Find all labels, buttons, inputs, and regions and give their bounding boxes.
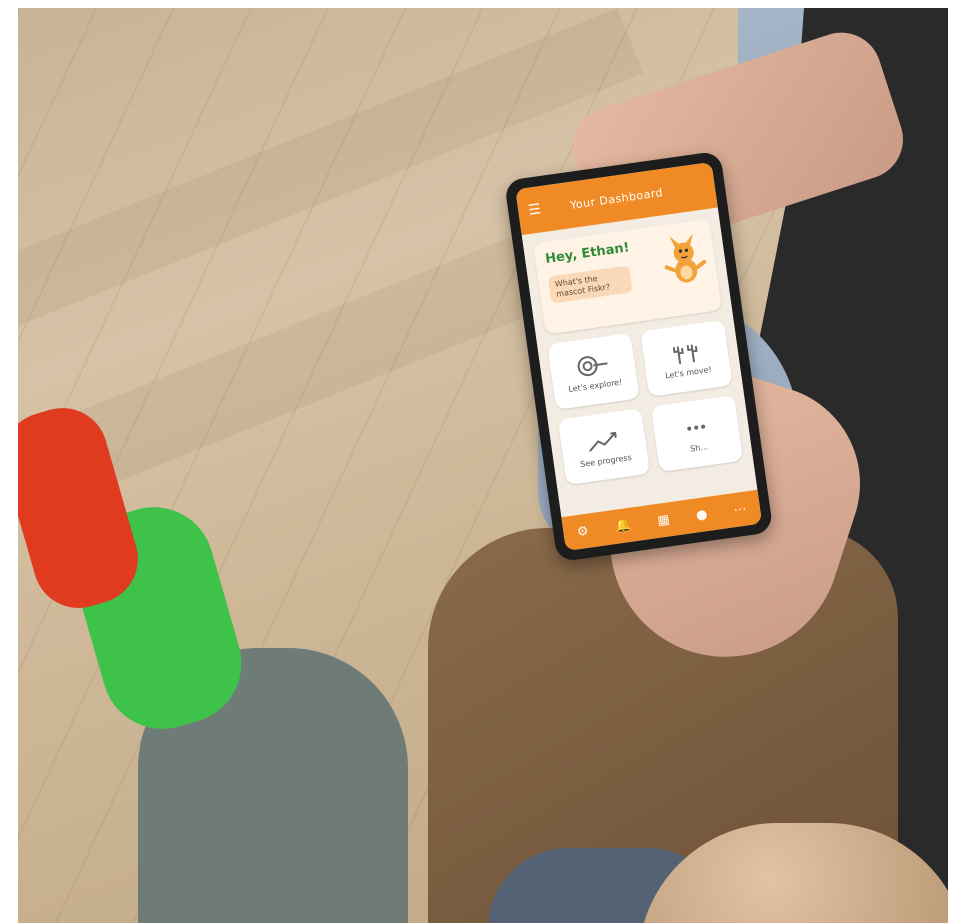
- more-icon[interactable]: ⋯: [733, 501, 748, 518]
- trend-icon: [589, 431, 617, 452]
- kangaroo-mascot-icon: [664, 233, 707, 283]
- tile-move[interactable]: Let's move!: [640, 319, 733, 397]
- tile-more[interactable]: Sh...: [650, 395, 744, 473]
- tile-progress[interactable]: See progress: [557, 408, 651, 486]
- tile-move-label: Let's move!: [664, 364, 713, 380]
- bell-icon[interactable]: 🔔: [614, 517, 632, 534]
- settings-icon[interactable]: ⚙: [576, 523, 590, 539]
- greeting-card: Hey, Ethan! What's the mascot Fiskr?: [532, 218, 723, 335]
- greeting-subtitle: What's the mascot Fiskr?: [547, 265, 633, 304]
- cactus-icon: [672, 343, 698, 364]
- tile-explore-label: Let's explore!: [567, 377, 623, 394]
- more-icon: [687, 424, 706, 431]
- tile-more-label: Sh...: [689, 441, 709, 454]
- target-icon: [577, 355, 608, 376]
- dashboard-title: Your Dashboard: [569, 185, 664, 212]
- app-screen: ☰ Your Dashboard Hey, Ethan! What's the …: [515, 161, 763, 551]
- avatar-icon[interactable]: ●: [695, 507, 708, 523]
- grid-icon[interactable]: ▦: [656, 512, 670, 529]
- dashboard-tiles: Let's explore! Let's move! See progress: [537, 318, 753, 486]
- tile-progress-label: See progress: [579, 452, 633, 469]
- photo-scene: ☰ Your Dashboard Hey, Ethan! What's the …: [18, 8, 948, 923]
- tile-explore[interactable]: Let's explore!: [547, 332, 640, 410]
